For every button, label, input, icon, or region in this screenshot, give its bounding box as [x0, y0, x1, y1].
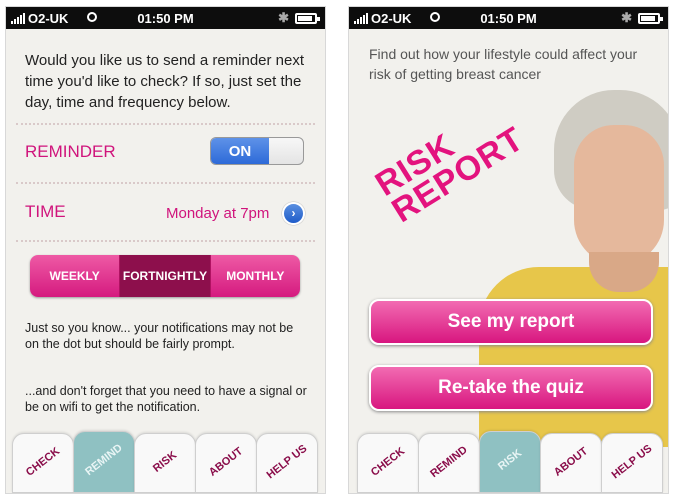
frequency-monthly[interactable]: MONTHLY — [209, 255, 300, 297]
woman-photo-face — [574, 125, 664, 265]
divider — [16, 182, 315, 184]
bluetooth-icon: ✱ — [278, 10, 289, 25]
toggle-on-label: ON — [211, 138, 269, 164]
tab-about-label: ABOUT — [551, 445, 591, 479]
status-bar: O2-UK 01:50 PM ✱ — [349, 7, 668, 29]
see-report-button[interactable]: See my report — [369, 299, 653, 345]
retake-quiz-button[interactable]: Re-take the quiz — [369, 365, 653, 411]
reminder-intro: Would you like us to send a reminder nex… — [25, 52, 305, 111]
bluetooth-icon: ✱ — [621, 10, 632, 25]
risk-report-title: RISK REPORT — [369, 97, 531, 230]
tab-check[interactable]: CHECK — [12, 433, 74, 493]
tab-remind[interactable]: REMIND — [418, 433, 480, 493]
tab-help-us[interactable]: HELP US — [256, 433, 318, 493]
time-value[interactable]: Monday at 7pm — [166, 205, 269, 222]
tab-bar: CHECK REMIND RISK ABOUT HELP US — [6, 427, 325, 493]
tab-check-label: CHECK — [368, 445, 408, 479]
tab-remind-label: REMIND — [83, 441, 125, 479]
tab-help-us-label: HELP US — [609, 442, 655, 482]
tab-help-us-label: HELP US — [264, 442, 310, 482]
reminder-toggle[interactable]: ON — [210, 137, 304, 165]
tab-risk-label: RISK — [150, 449, 180, 475]
tab-check[interactable]: CHECK — [357, 433, 419, 493]
notification-note: Just so you know... your notifications m… — [25, 321, 294, 351]
tab-risk[interactable]: RISK — [479, 431, 541, 493]
signal-note: ...and don't forget that you need to hav… — [25, 384, 307, 414]
tab-bar: CHECK REMIND RISK ABOUT HELP US — [349, 427, 668, 493]
tab-about-label: ABOUT — [206, 445, 246, 479]
divider — [16, 240, 315, 242]
tab-help-us[interactable]: HELP US — [601, 433, 663, 493]
tab-check-label: CHECK — [23, 445, 63, 479]
frequency-weekly[interactable]: WEEKLY — [30, 255, 119, 297]
status-bar: O2-UK 01:50 PM ✱ — [6, 7, 325, 29]
reminder-screen: O2-UK 01:50 PM ✱ Would you like us to se… — [5, 6, 326, 494]
tab-risk[interactable]: RISK — [134, 433, 196, 493]
tab-remind[interactable]: REMIND — [73, 431, 135, 493]
tab-risk-label: RISK — [495, 447, 525, 473]
woman-photo — [479, 267, 668, 447]
battery-icon — [295, 13, 320, 24]
risk-report-screen: O2-UK 01:50 PM ✱ Find out how your lifes… — [348, 6, 669, 494]
time-label: TIME — [25, 202, 66, 221]
reminder-label: REMINDER — [25, 142, 116, 161]
risk-tagline: Find out how your lifestyle could affect… — [369, 46, 638, 82]
frequency-fortnightly[interactable]: FORTNIGHTLY — [119, 255, 210, 297]
frequency-selector: WEEKLY FORTNIGHTLY MONTHLY — [30, 255, 300, 297]
divider — [16, 123, 315, 125]
battery-icon — [638, 13, 663, 24]
tab-remind-label: REMIND — [428, 443, 470, 481]
tab-about[interactable]: ABOUT — [195, 433, 257, 493]
chevron-right-icon[interactable]: › — [282, 202, 305, 225]
tab-about[interactable]: ABOUT — [540, 433, 602, 493]
